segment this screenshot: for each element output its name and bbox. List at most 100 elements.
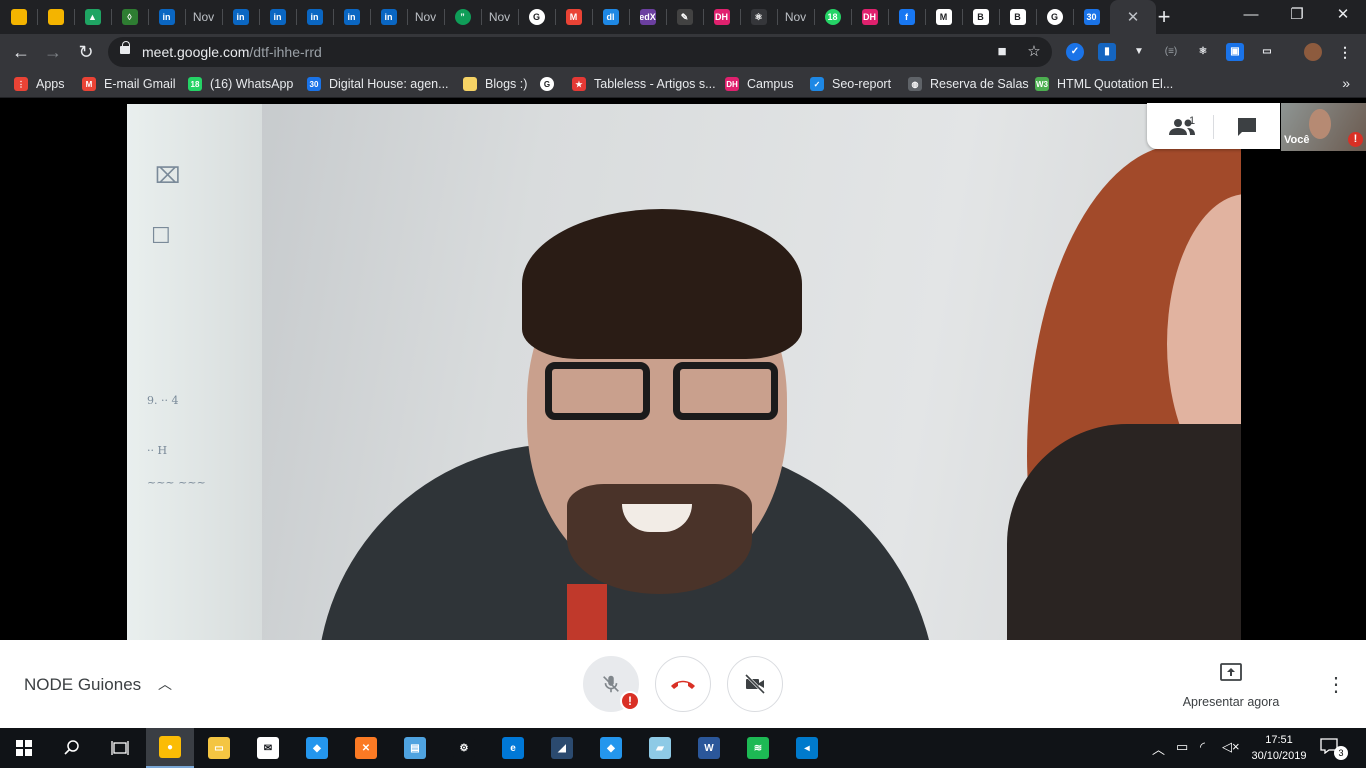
browser-tab[interactable]: Nov [481, 0, 518, 34]
browser-menu-icon[interactable]: ⋮ [1336, 43, 1354, 61]
extension-screen-icon[interactable]: ▣ [1226, 43, 1244, 61]
extension-react-icon[interactable]: ⚛ [1194, 43, 1212, 61]
battery-icon[interactable]: ▭ [1176, 739, 1188, 755]
extension-vue-icon[interactable]: ▼ [1130, 43, 1148, 61]
browser-tab[interactable]: M [555, 0, 592, 34]
minimize-button[interactable]: — [1228, 0, 1274, 30]
extension-pip-icon[interactable]: ▭ [1258, 43, 1276, 61]
leave-call-button[interactable] [655, 656, 711, 712]
search-button[interactable] [48, 728, 96, 768]
browser-tab[interactable]: in [148, 0, 185, 34]
browser-tab[interactable]: in [259, 0, 296, 34]
browser-tab[interactable]: in [370, 0, 407, 34]
reload-button[interactable]: ↻ [73, 39, 99, 65]
browser-tab[interactable]: B [962, 0, 999, 34]
url-text[interactable]: meet.google.com/dtf-ihhe-rrd [142, 44, 322, 60]
browser-tab[interactable]: DH [851, 0, 888, 34]
browser-tab[interactable] [37, 0, 74, 34]
bookmark-item[interactable]: ✓ Seo-report [810, 75, 891, 93]
bookmark-item[interactable]: Blogs :) [463, 75, 527, 93]
new-tab-button[interactable]: + [1150, 4, 1178, 30]
browser-tab[interactable]: DH [703, 0, 740, 34]
microphone-toggle-button[interactable]: ! [583, 656, 640, 712]
camera-icon[interactable]: ■ [992, 42, 1012, 62]
volume-muted-icon[interactable]: ◁× [1222, 739, 1240, 755]
browser-tab[interactable]: in [333, 0, 370, 34]
taskbar-app[interactable]: e [489, 728, 537, 768]
browser-tab[interactable] [0, 0, 37, 34]
close-tab-icon[interactable]: ✕ [1127, 8, 1140, 26]
bookmarks-overflow-icon[interactable]: » [1342, 75, 1350, 91]
taskbar-app[interactable]: ⚙ [440, 728, 488, 768]
bookmark-item[interactable]: DH Campus [725, 75, 794, 93]
back-button[interactable]: ← [8, 39, 34, 65]
chevron-up-icon[interactable]: ︿ [158, 674, 172, 694]
bookmark-item[interactable]: ◍ Reserva de Salas [908, 75, 1029, 93]
taskbar-app[interactable]: ✕ [342, 728, 390, 768]
browser-tab[interactable]: G [518, 0, 555, 34]
task-view-button[interactable] [96, 728, 144, 768]
browser-tab[interactable]: ▲ [74, 0, 111, 34]
bookmark-item[interactable]: G [540, 75, 554, 93]
browser-tab[interactable]: ◊ [111, 0, 148, 34]
bookmark-item[interactable]: ⋮ Apps [14, 75, 65, 93]
google-icon: G [1046, 9, 1063, 25]
browser-tab[interactable]: dl [592, 0, 629, 34]
browser-tab[interactable]: ✎ [666, 0, 703, 34]
browser-tab[interactable]: in [296, 0, 333, 34]
people-icon[interactable] [1167, 115, 1201, 139]
taskbar-app[interactable]: ▰ [636, 728, 684, 768]
browser-tab[interactable]: 30 [1073, 0, 1110, 34]
browser-tab[interactable]: ” [444, 0, 481, 34]
browser-tab[interactable]: Nov [185, 0, 222, 34]
chevron-up-icon[interactable]: ︿ [1152, 739, 1165, 758]
taskbar-app[interactable]: W [685, 728, 733, 768]
taskbar-app[interactable]: ◂ [783, 728, 831, 768]
bookmark-item[interactable]: 18 (16) WhatsApp [188, 75, 293, 93]
browser-tab[interactable]: ⚛ [740, 0, 777, 34]
taskbar-app[interactable]: ✉ [244, 728, 292, 768]
action-center-button[interactable]: 3 [1320, 738, 1350, 760]
restore-button[interactable]: ❐ [1274, 0, 1320, 30]
taskbar-app[interactable]: ◢ [538, 728, 586, 768]
taskbar-app[interactable]: ● [146, 728, 194, 768]
browser-tab[interactable]: G [1036, 0, 1073, 34]
extension-blue-icon[interactable]: ▮ [1098, 43, 1116, 61]
bookmark-item[interactable]: 30 Digital House: agen... [307, 75, 449, 93]
taskbar-app[interactable]: ◆ [293, 728, 341, 768]
taskbar-app[interactable]: ▤ [391, 728, 439, 768]
extension-check-icon[interactable]: ✓ [1066, 43, 1084, 61]
taskbar-app[interactable]: ≋ [734, 728, 782, 768]
bookmark-star-icon[interactable]: ☆ [1024, 42, 1044, 62]
taskbar-app[interactable]: ◆ [587, 728, 635, 768]
browser-tab[interactable]: in [222, 0, 259, 34]
close-window-button[interactable]: ✕ [1320, 0, 1366, 30]
extension-code-icon[interactable]: (≡) [1162, 43, 1180, 61]
address-bar[interactable]: meet.google.com/dtf-ihhe-rrd ■ ☆ [108, 37, 1052, 67]
browser-tab[interactable]: 18 [814, 0, 851, 34]
self-video-tile[interactable]: Você ! [1281, 103, 1366, 151]
bookmark-item[interactable]: W3 HTML Quotation El... [1035, 75, 1173, 93]
meeting-name[interactable]: NODE Guiones [24, 675, 141, 695]
system-clock[interactable]: 17:51 30/10/2019 [1246, 732, 1312, 764]
main-video-feed[interactable]: ⌧ ☐ 9. ·· 4 ·· H ~~~ ~~~ [127, 104, 1241, 640]
camera-toggle-button[interactable] [727, 656, 783, 712]
more-options-icon[interactable]: ⋮ [1324, 674, 1348, 698]
chat-icon[interactable] [1235, 115, 1259, 139]
bookmark-item[interactable]: M E-mail Gmail [82, 75, 176, 93]
browser-tab[interactable]: M [925, 0, 962, 34]
wifi-icon[interactable]: ◜ [1200, 739, 1205, 755]
taskbar-app[interactable]: ▭ [195, 728, 243, 768]
forward-button[interactable]: → [40, 39, 66, 65]
start-button[interactable] [0, 728, 48, 768]
lock-icon[interactable] [120, 41, 130, 54]
browser-tab[interactable]: f [888, 0, 925, 34]
browser-tab[interactable]: edX [629, 0, 666, 34]
bookmark-item[interactable]: ★ Tableless - Artigos s... [572, 75, 716, 93]
browser-tab[interactable]: Nov [777, 0, 814, 34]
present-now-button[interactable]: Apresentar agora [1176, 662, 1286, 709]
profile-avatar[interactable] [1304, 43, 1322, 61]
browser-tab[interactable]: Nov [407, 0, 444, 34]
browser-tab[interactable]: B [999, 0, 1036, 34]
tab-list: ▲ ◊ in Nov in in in in in Nov ” Nov G Mdl edX ✎ DH ⚛ Nov 18… [0, 0, 1156, 34]
